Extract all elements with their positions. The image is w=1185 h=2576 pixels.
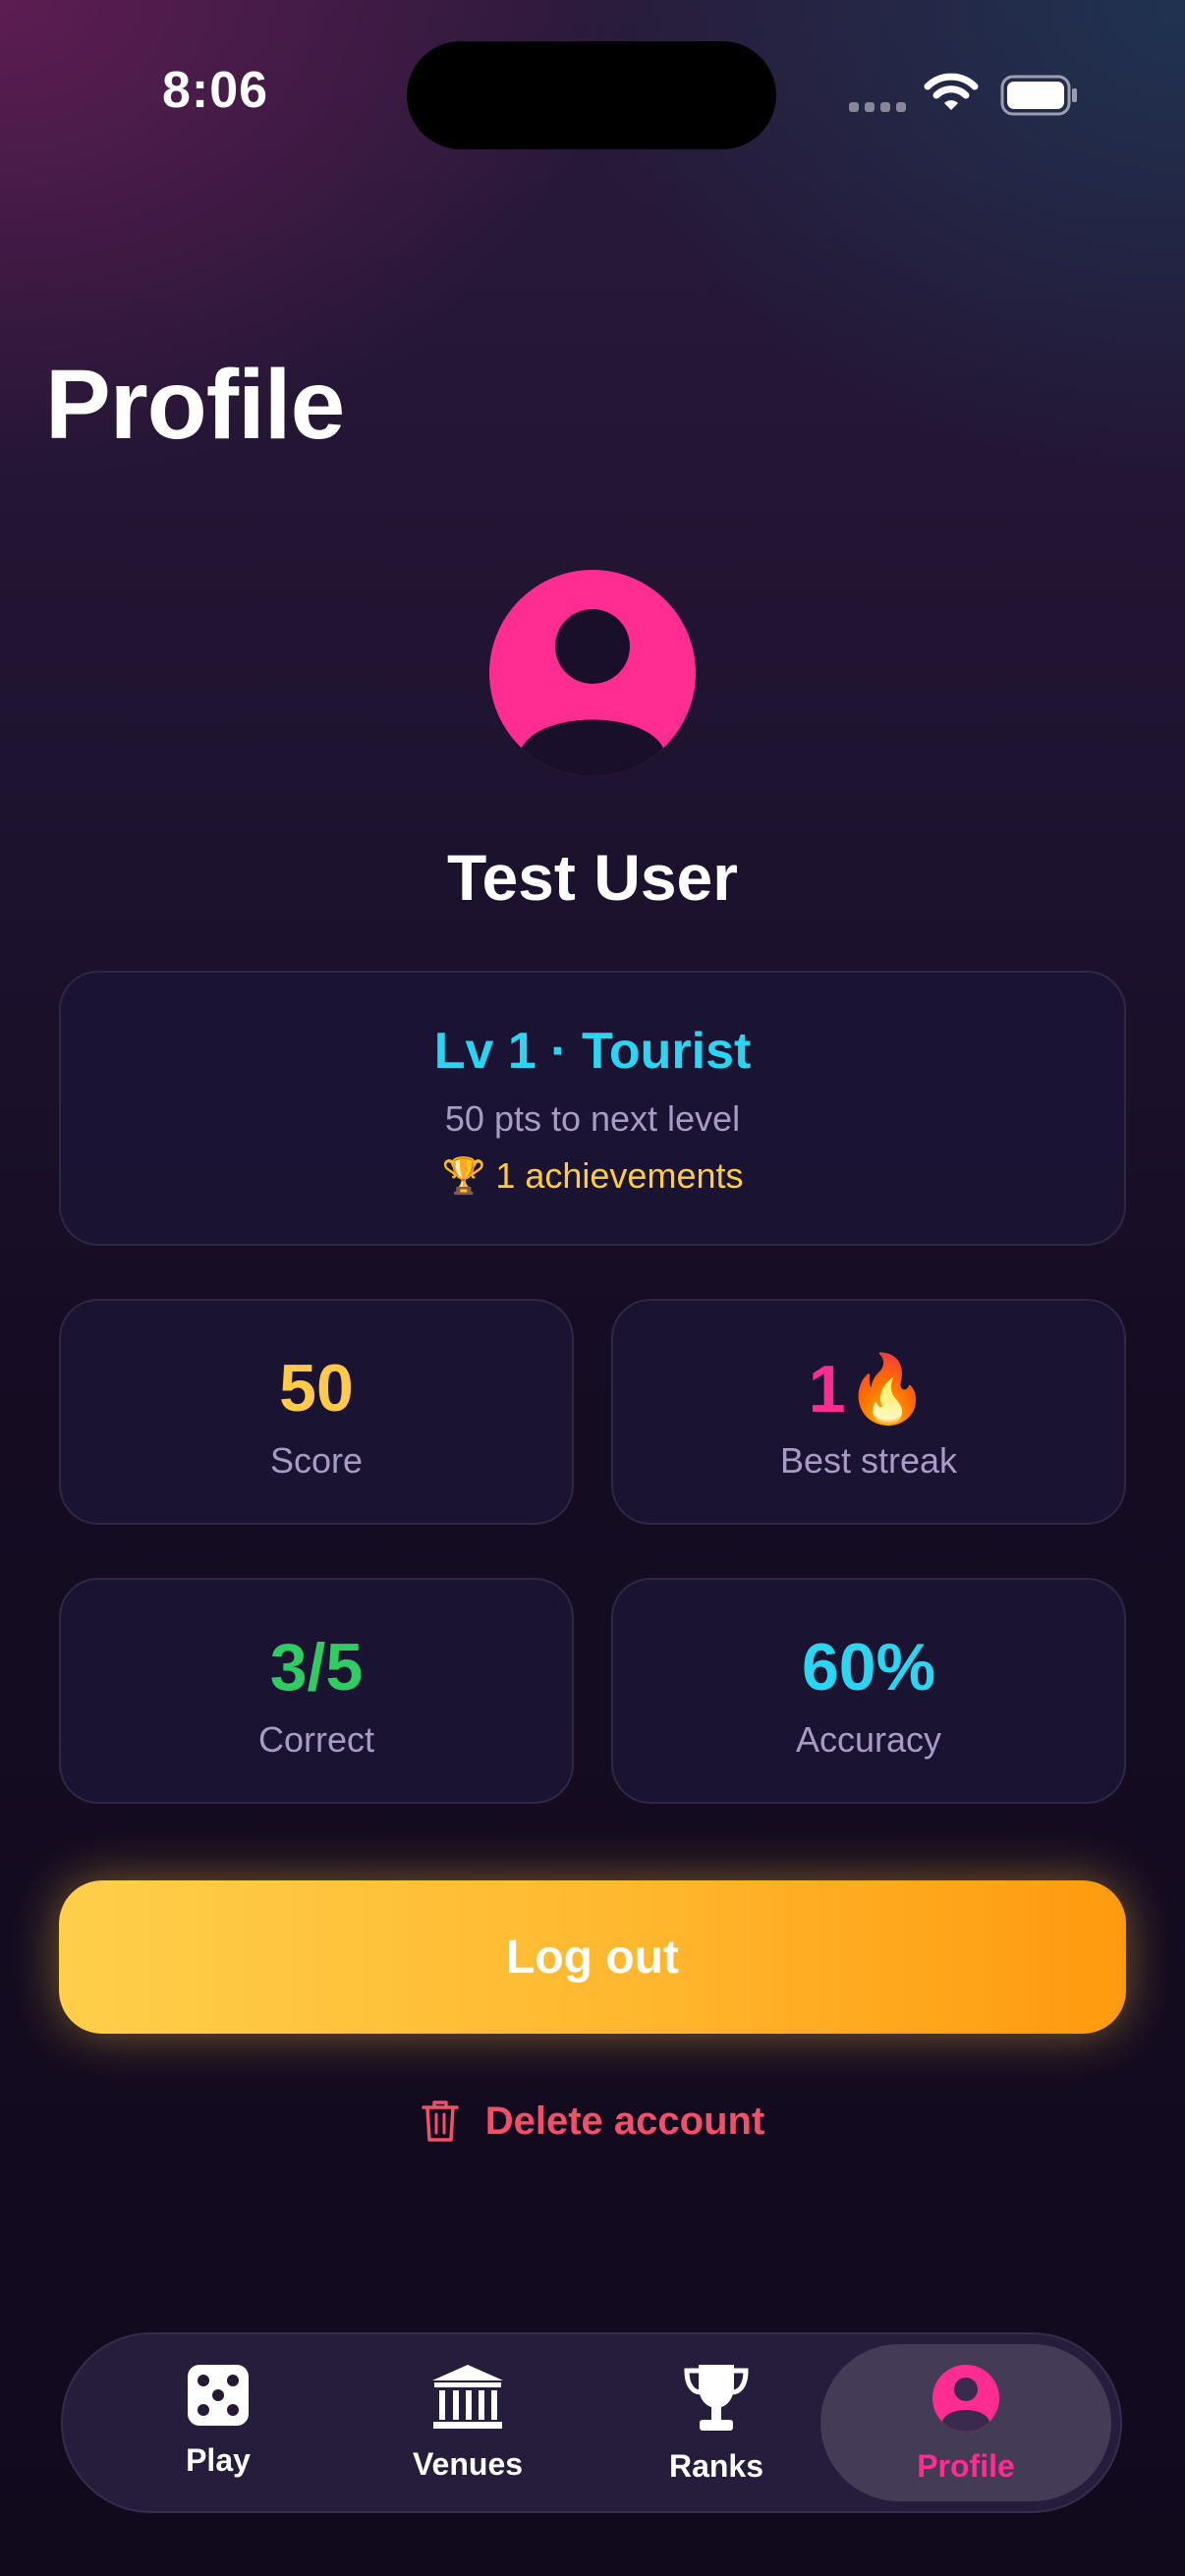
stat-correct-card: 3/5 Correct	[59, 1578, 574, 1804]
tab-venues-label: Venues	[412, 2446, 524, 2482]
stat-score-card: 50 Score	[59, 1299, 574, 1525]
stat-accuracy-value: 60%	[801, 1630, 936, 1705]
tab-play[interactable]: Play	[120, 2363, 316, 2479]
dice-icon	[188, 2365, 249, 2426]
tab-ranks[interactable]: Ranks	[618, 2363, 815, 2485]
status-time: 8:06	[162, 62, 269, 119]
battery-icon	[1000, 75, 1079, 116]
stat-streak-label: Best streak	[779, 1440, 958, 1481]
stat-correct-label: Correct	[257, 1719, 375, 1760]
stat-score-value: 50	[279, 1351, 354, 1426]
stat-streak-card: 1🔥 Best streak	[611, 1299, 1126, 1525]
logout-button[interactable]: Log out	[59, 1880, 1126, 2034]
person-icon	[519, 609, 666, 776]
tab-profile-label: Profile	[917, 2448, 1015, 2484]
stat-accuracy-label: Accuracy	[795, 1719, 942, 1760]
user-name: Test User	[447, 841, 738, 914]
cellular-signal-icon	[849, 102, 906, 112]
tab-venues[interactable]: Venues	[369, 2363, 566, 2483]
stat-score-label: Score	[269, 1440, 364, 1481]
stat-accuracy-card: 60% Accuracy	[611, 1578, 1126, 1804]
level-card: Lv 1 · Tourist 50 pts to next level 🏆 1 …	[59, 971, 1126, 1246]
delete-account-label: Delete account	[484, 2099, 765, 2143]
page-title: Profile	[45, 350, 345, 460]
achievements-count: 🏆 1 achievements	[441, 1155, 744, 1196]
wifi-icon	[924, 73, 979, 119]
tab-ranks-label: Ranks	[668, 2448, 764, 2484]
building-columns-icon	[432, 2365, 503, 2429]
stat-correct-value: 3/5	[269, 1630, 364, 1705]
person-circle-icon	[932, 2365, 999, 2432]
dynamic-island	[407, 41, 776, 149]
tab-profile[interactable]: Profile	[868, 2363, 1064, 2485]
tab-play-label: Play	[186, 2442, 251, 2478]
trash-icon	[421, 2100, 459, 2142]
stat-streak-value: 1🔥	[808, 1352, 930, 1427]
next-level-text: 50 pts to next level	[444, 1098, 741, 1139]
level-title: Lv 1 · Tourist	[433, 1023, 752, 1080]
trophy-icon	[684, 2365, 749, 2431]
delete-account-button[interactable]: Delete account	[0, 2099, 1185, 2144]
avatar[interactable]	[489, 570, 696, 776]
